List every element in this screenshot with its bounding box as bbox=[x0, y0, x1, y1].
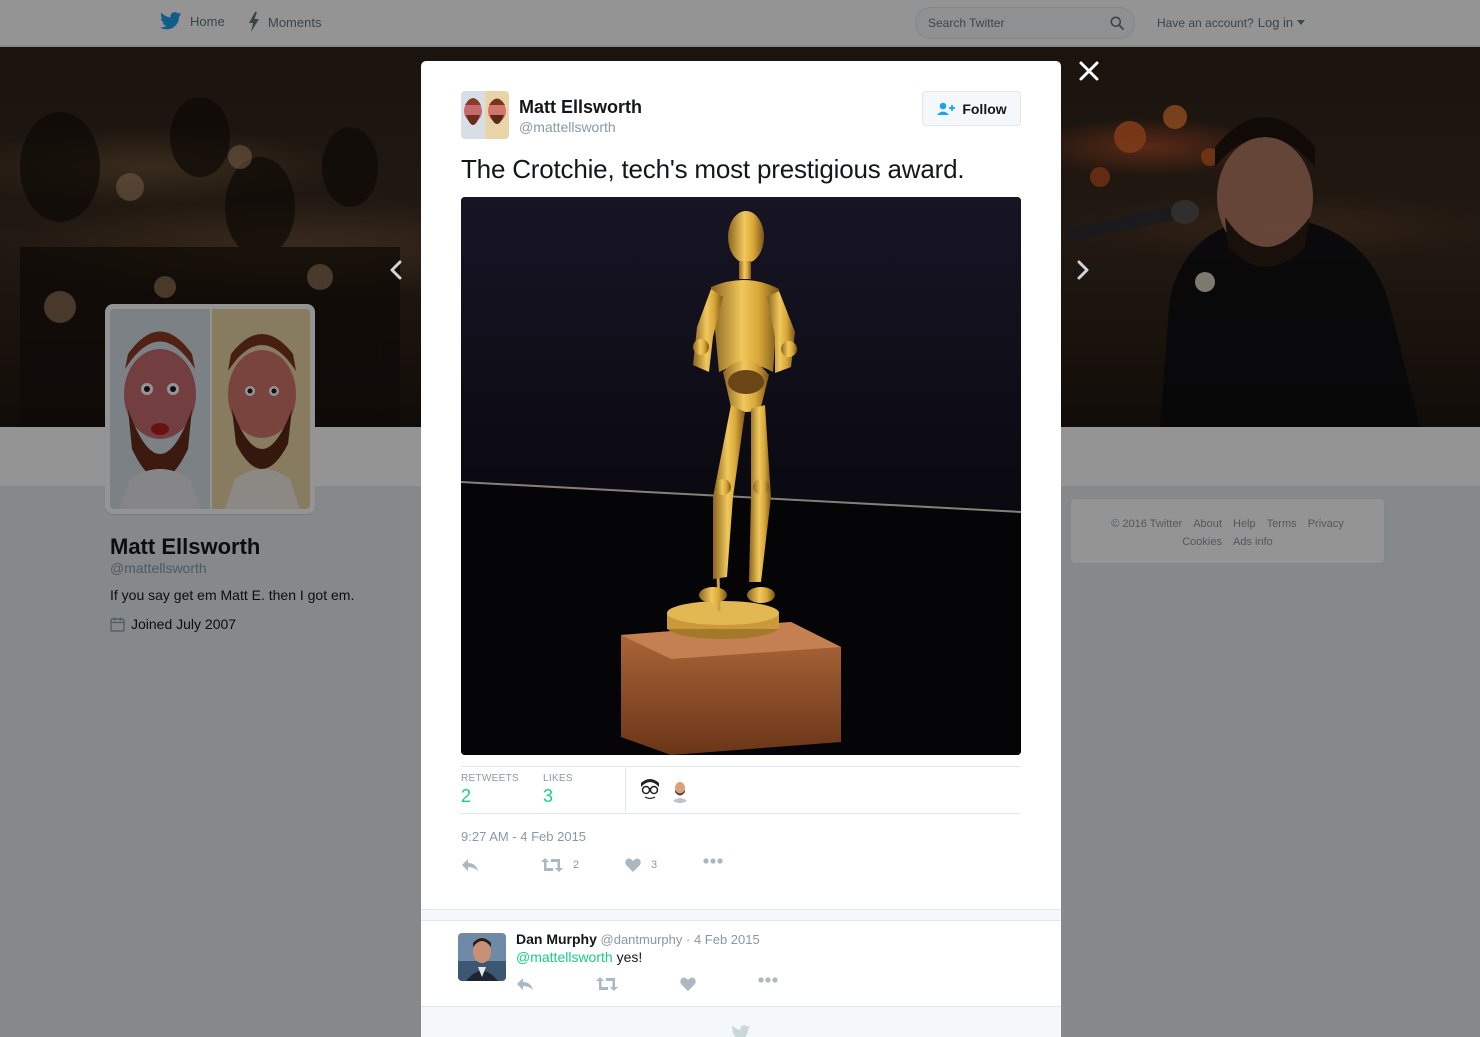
liker-avatar-image bbox=[667, 777, 693, 803]
retweet-action[interactable] bbox=[596, 977, 618, 991]
reply-actions bbox=[516, 977, 816, 997]
liker-avatar[interactable] bbox=[637, 777, 663, 803]
reply-icon bbox=[462, 859, 478, 871]
tweet-text: The Crotchie, tech's most prestigious aw… bbox=[461, 154, 965, 184]
tweet-author-name[interactable]: Matt Ellsworth bbox=[519, 97, 642, 118]
chevron-right-icon[interactable] bbox=[1075, 260, 1091, 280]
reply-action[interactable] bbox=[516, 977, 534, 991]
tweet-photo[interactable] bbox=[461, 197, 1021, 755]
heart-icon bbox=[625, 858, 641, 872]
likes-count: 3 bbox=[543, 786, 554, 806]
reply-text: @mattellsworth yes! bbox=[516, 949, 642, 965]
reply-author-avatar[interactable] bbox=[458, 933, 506, 981]
chevron-left-icon[interactable] bbox=[388, 260, 404, 280]
like-action[interactable] bbox=[680, 977, 696, 991]
tweet-modal: Matt Ellsworth @mattellsworth Follow The… bbox=[421, 61, 1061, 1037]
retweets-label: RETWEETS bbox=[461, 773, 519, 784]
reply-date[interactable]: · 4 Feb 2015 bbox=[686, 932, 760, 947]
retweets-stat[interactable]: RETWEETS 2 bbox=[461, 773, 519, 807]
like-action-count: 3 bbox=[651, 859, 658, 871]
author-avatar-image bbox=[461, 91, 509, 139]
more-action[interactable] bbox=[703, 858, 723, 864]
liker-avatar[interactable] bbox=[667, 777, 693, 803]
follow-button-label: Follow bbox=[962, 100, 1007, 117]
reply-header: Dan Murphy @dantmurphy · 4 Feb 2015 bbox=[516, 931, 760, 947]
trophy-photo bbox=[461, 197, 1021, 755]
retweet-icon bbox=[596, 977, 618, 991]
reply-tweet[interactable]: Dan Murphy @dantmurphy · 4 Feb 2015 @mat… bbox=[421, 921, 1061, 1007]
retweet-action[interactable]: 2 bbox=[541, 858, 579, 872]
replies-separator bbox=[421, 909, 1061, 921]
reply-author-name[interactable]: Dan Murphy bbox=[516, 931, 597, 947]
reply-icon bbox=[517, 978, 533, 990]
tweet-author-avatar[interactable] bbox=[461, 91, 509, 139]
like-action[interactable]: 3 bbox=[625, 858, 657, 872]
reply-action[interactable] bbox=[461, 858, 479, 872]
follow-user-icon bbox=[937, 102, 956, 115]
reply-avatar-image bbox=[458, 933, 506, 981]
retweets-count: 2 bbox=[461, 786, 472, 806]
close-icon[interactable] bbox=[1078, 60, 1100, 82]
modal-footer bbox=[421, 1006, 1061, 1037]
reply-author-handle[interactable]: @dantmurphy bbox=[601, 932, 683, 947]
tweet-stats: RETWEETS 2 LIKES 3 bbox=[461, 766, 1021, 814]
tweet-timestamp[interactable]: 9:27 AM - 4 Feb 2015 bbox=[461, 829, 586, 844]
follow-button[interactable]: Follow bbox=[922, 91, 1021, 126]
more-action[interactable] bbox=[758, 977, 778, 983]
retweet-action-count: 2 bbox=[573, 859, 580, 871]
more-icon bbox=[758, 977, 778, 983]
likes-label: LIKES bbox=[543, 773, 573, 784]
stats-divider bbox=[625, 767, 626, 813]
reply-body: yes! bbox=[612, 949, 643, 965]
twitter-bird-icon bbox=[732, 1025, 751, 1037]
tweet-actions: 2 3 bbox=[461, 858, 1021, 878]
retweet-icon bbox=[541, 858, 563, 872]
likes-stat[interactable]: LIKES 3 bbox=[543, 773, 573, 807]
reply-mention-link[interactable]: @mattellsworth bbox=[516, 949, 613, 965]
tweet-author-handle[interactable]: @mattellsworth bbox=[519, 119, 616, 135]
heart-icon bbox=[680, 977, 696, 991]
more-icon bbox=[703, 858, 723, 864]
liker-avatar-image bbox=[637, 777, 663, 803]
